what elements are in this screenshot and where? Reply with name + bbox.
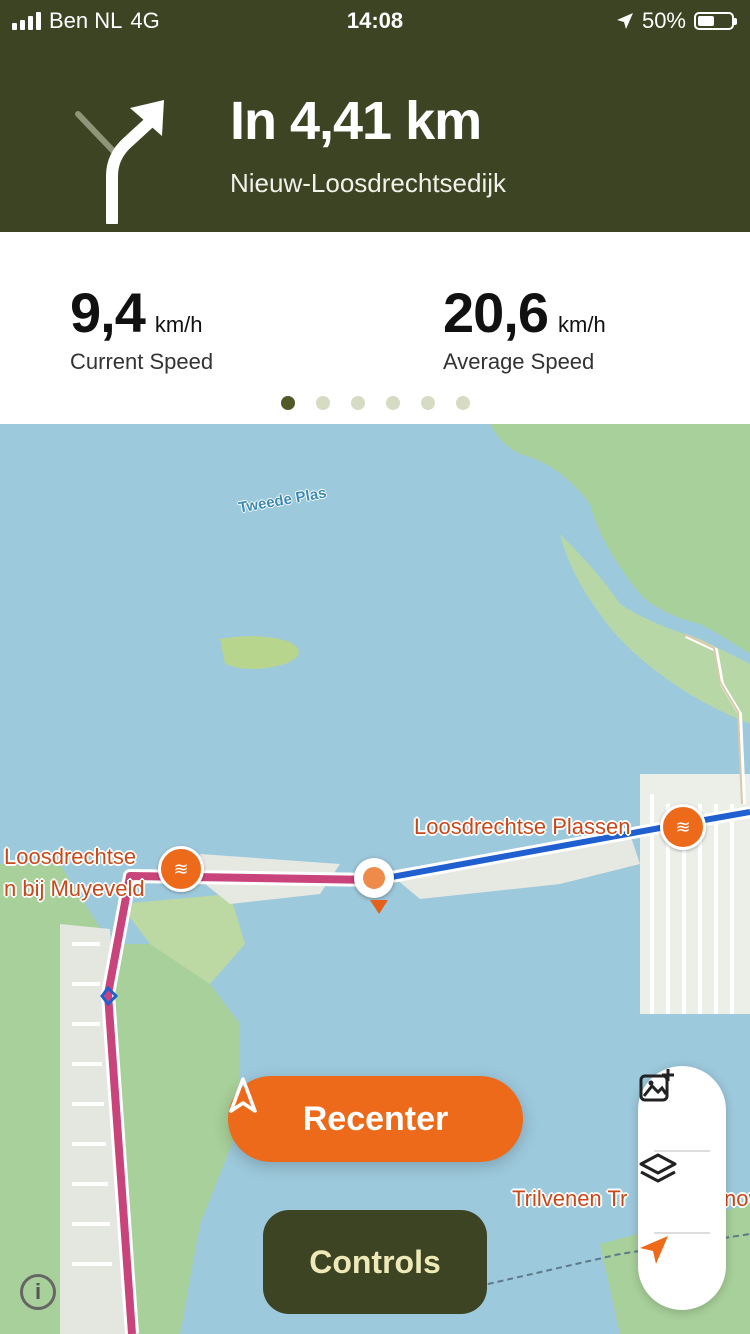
navigation-banner: In 4,41 km Nieuw-Loosdrechtsedijk [0, 44, 750, 232]
heading-indicator [370, 900, 388, 914]
layers-button[interactable] [638, 1152, 726, 1232]
controls-label: Controls [309, 1243, 441, 1280]
current-location-marker [354, 858, 394, 898]
map-label-poi: nov [724, 1186, 750, 1211]
recenter-label: Recenter [302, 1099, 449, 1138]
page-dot[interactable] [350, 396, 365, 410]
maneuver-distance: In 4,41 km [230, 91, 482, 151]
location-arrow-icon [640, 1236, 668, 1264]
recenter-button[interactable]: Recenter [228, 1076, 523, 1162]
current-speed-label: Current Speed [70, 349, 214, 374]
page-dot[interactable] [455, 396, 470, 410]
map-label-poi: Loosdrechtse [4, 844, 137, 869]
average-speed-value: 20,6 [443, 281, 549, 344]
page-dot[interactable] [420, 396, 435, 410]
map-view[interactable]: Tweede Plas Loosdrechtse n bij Muyeveld … [0, 424, 750, 1334]
status-bar: Ben NL 4G 14:08 50% [0, 0, 750, 44]
average-speed: 20,6 km/h Average Speed [443, 280, 606, 375]
map-label-poi: n bij Muyeveld [4, 876, 145, 901]
page-dot[interactable] [385, 396, 400, 410]
map-label-poi: Trilvenen Tr [512, 1186, 628, 1211]
map-label-poi: Loosdrechtse Plassen [414, 814, 631, 839]
my-location-button[interactable] [638, 1234, 726, 1314]
controls-button[interactable]: Controls [263, 1210, 487, 1314]
battery-percent: 50% [641, 8, 686, 33]
water-waves-icon[interactable]: ≋ [660, 804, 706, 850]
navigation-arrow-icon [229, 1077, 257, 1113]
add-photo-icon [639, 1069, 674, 1102]
turn-right-arrow-icon [75, 100, 164, 224]
map-actions-toolbar [638, 1066, 726, 1310]
page-dot[interactable] [315, 396, 330, 410]
page-indicator[interactable] [0, 396, 750, 410]
layers-icon [639, 1153, 677, 1183]
add-photo-button[interactable] [638, 1068, 726, 1148]
maneuver-street: Nieuw-Loosdrechtsedijk [230, 168, 507, 198]
average-speed-unit: km/h [558, 312, 606, 337]
map-info-button[interactable]: i [20, 1274, 56, 1310]
location-services-icon [616, 13, 633, 29]
current-speed-value: 9,4 [70, 281, 146, 344]
current-speed: 9,4 km/h Current Speed [70, 280, 213, 375]
page-dot[interactable] [280, 396, 295, 410]
current-speed-unit: km/h [154, 312, 203, 337]
battery-icon [694, 12, 737, 30]
water-waves-icon[interactable]: ≋ [158, 846, 204, 892]
stats-panel[interactable]: 9,4 km/h Current Speed 20,6 km/h Average S… [0, 232, 750, 424]
average-speed-label: Average Speed [443, 349, 595, 374]
status-right: 50% [616, 8, 737, 34]
